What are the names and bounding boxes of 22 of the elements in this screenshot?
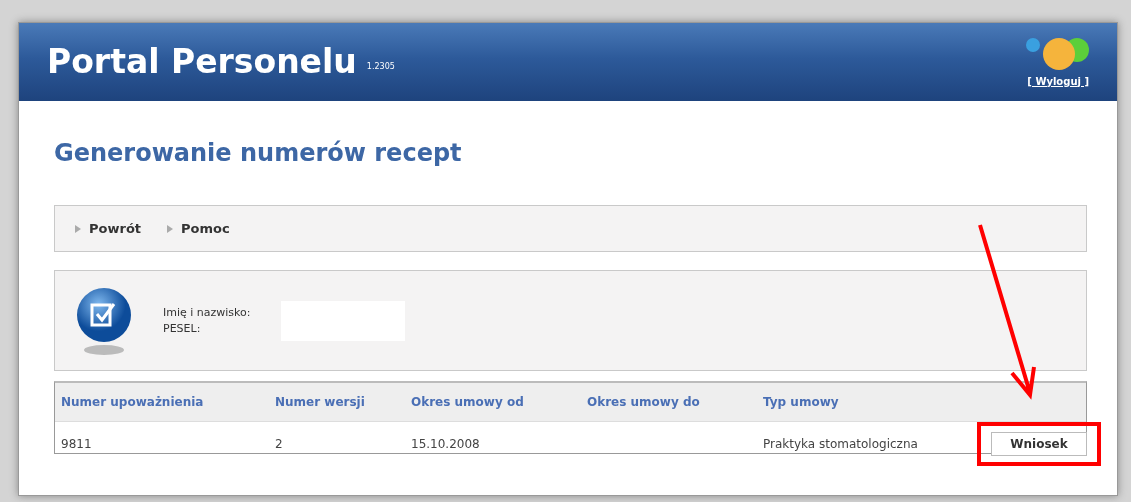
field-label: Imię i nazwisko: [163, 304, 251, 321]
arrow-icon [167, 224, 174, 233]
app-title: Portal Personelu [47, 41, 357, 84]
table-cell-text: 9811 [60, 436, 93, 453]
table-cell-text: 15.10.2008 [410, 436, 481, 453]
checklist-icon [75, 285, 133, 356]
request-button[interactable]: Wniosek [991, 432, 1087, 456]
page-title: Generowanie numerów recept [54, 138, 463, 169]
logout-link[interactable]: [ Wyloguj ] [1027, 73, 1089, 89]
column-header[interactable]: Okres umowy od [405, 393, 581, 411]
balls-logo-icon [1023, 35, 1089, 72]
nav-link[interactable]: Pomoc [167, 218, 230, 239]
arrow-icon [75, 224, 81, 233]
column-header[interactable]: Numer wersji [269, 393, 405, 411]
table-cell-text: Praktyka stomatologiczna [762, 436, 919, 453]
table-cell-text: 2 [274, 436, 284, 453]
column-header[interactable]: Numer upoważnienia [55, 393, 269, 411]
nav-link[interactable]: Powrót [75, 218, 142, 239]
column-header[interactable]: Okres umowy do [581, 393, 757, 411]
column-header[interactable]: Typ umowy [757, 393, 977, 411]
version-label: 1.2305 [366, 60, 395, 73]
field-label: PESEL: [163, 320, 202, 337]
